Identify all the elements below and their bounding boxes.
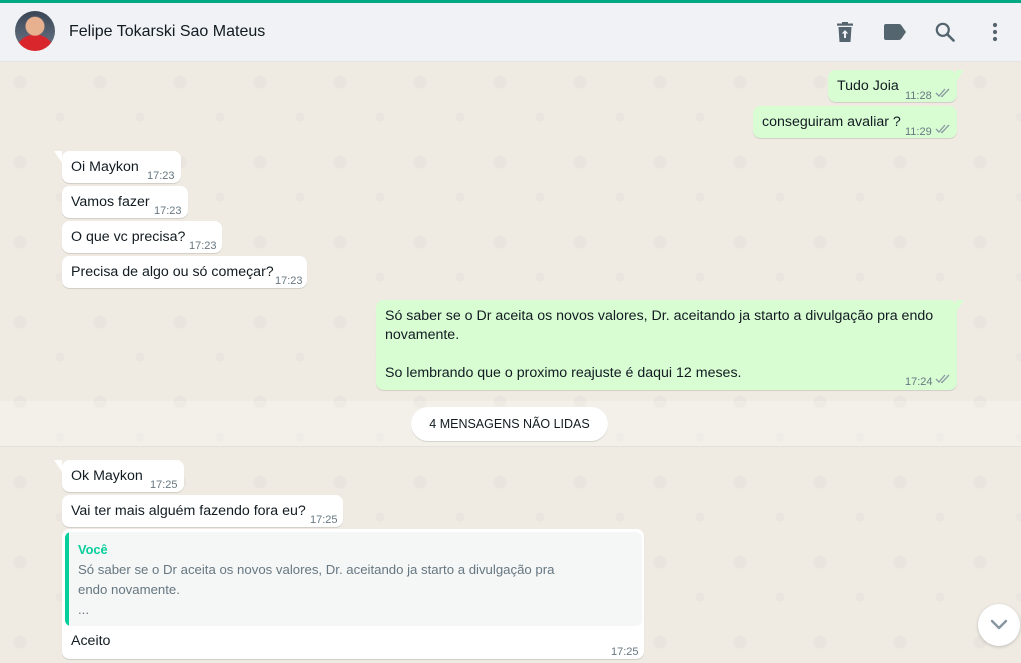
message-time: 17:23 <box>189 240 217 252</box>
chat-window: Felipe Tokarski Sao Mateus Tudo Joia 11:… <box>0 0 1021 663</box>
outgoing-message[interactable]: Só saber se o Dr aceita os novos valores… <box>376 300 957 390</box>
chevron-down-icon <box>990 619 1008 630</box>
quoted-message[interactable]: Você Só saber se o Dr aceita os novos va… <box>65 532 642 626</box>
contact-avatar[interactable] <box>15 11 55 51</box>
message-time: 17:25 <box>150 479 178 491</box>
message-time: 17:25 <box>611 646 639 658</box>
incoming-message[interactable]: Oi Maykon 17:23 <box>62 151 181 183</box>
message-text: Vai ter mais alguém fazendo fora eu? <box>71 503 306 519</box>
incoming-message[interactable]: Precisa de algo ou só começar? 17:23 <box>62 256 307 288</box>
message-text: O que vc precisa? <box>71 229 186 245</box>
message-text: Oi Maykon <box>71 159 139 175</box>
chat-header[interactable]: Felipe Tokarski Sao Mateus <box>0 3 1021 62</box>
bubble-tail <box>956 300 964 312</box>
incoming-message[interactable]: Vamos fazer 17:23 <box>62 186 188 218</box>
message-time: 17:23 <box>147 170 175 182</box>
incoming-message[interactable]: Vai ter mais alguém fazendo fora eu? 17:… <box>62 495 343 527</box>
message-text: Só saber se o Dr aceita os novos valores… <box>385 308 934 324</box>
label-icon[interactable] <box>883 20 907 44</box>
quote-author: Você <box>78 542 108 557</box>
menu-icon[interactable] <box>983 20 1007 44</box>
delete-icon[interactable] <box>833 20 857 44</box>
message-time: 17:23 <box>275 275 303 287</box>
message-time: 17:23 <box>154 205 182 217</box>
message-text: conseguiram avaliar ? <box>762 114 901 130</box>
outgoing-message[interactable]: conseguiram avaliar ? 11:29 <box>753 106 957 138</box>
message-list[interactable]: Tudo Joia 11:28 conseguiram avaliar ? 11… <box>0 62 1021 663</box>
message-text: Vamos fazer <box>71 194 150 210</box>
incoming-message[interactable]: O que vc precisa? 17:23 <box>62 221 222 253</box>
bubble-tail <box>54 151 62 163</box>
message-text: novamente. <box>385 327 460 343</box>
incoming-message[interactable]: Ok Maykon 17:25 <box>62 460 184 492</box>
read-receipt-icon <box>935 124 950 134</box>
message-text: Aceito <box>71 633 111 649</box>
unread-messages-badge: 4 MENSAGENS NÃO LIDAS <box>411 407 608 441</box>
read-receipt-icon <box>935 88 950 98</box>
contact-name[interactable]: Felipe Tokarski Sao Mateus <box>69 23 265 41</box>
quote-text: ... <box>78 602 89 617</box>
message-time: 17:24 <box>905 376 933 388</box>
bubble-tail <box>54 460 62 472</box>
message-text: Precisa de algo ou só começar? <box>71 264 274 280</box>
message-time: 17:25 <box>310 514 338 526</box>
search-icon[interactable] <box>933 20 957 44</box>
quote-bar <box>65 532 69 626</box>
message-text: So lembrando que o proximo reajuste é da… <box>385 365 742 381</box>
message-text: Ok Maykon <box>71 468 143 484</box>
outgoing-message[interactable]: Tudo Joia 11:28 <box>828 70 957 102</box>
quote-text: Só saber se o Dr aceita os novos valores… <box>78 562 555 577</box>
incoming-message[interactable]: Você Só saber se o Dr aceita os novos va… <box>62 529 644 659</box>
message-time: 11:28 <box>905 90 932 102</box>
scroll-to-bottom-button[interactable] <box>978 604 1020 646</box>
quote-text: endo novamente. <box>78 582 180 597</box>
bubble-tail <box>956 70 964 82</box>
read-receipt-icon <box>935 374 950 384</box>
message-text: Tudo Joia <box>837 78 899 94</box>
message-time: 11:29 <box>905 126 932 138</box>
